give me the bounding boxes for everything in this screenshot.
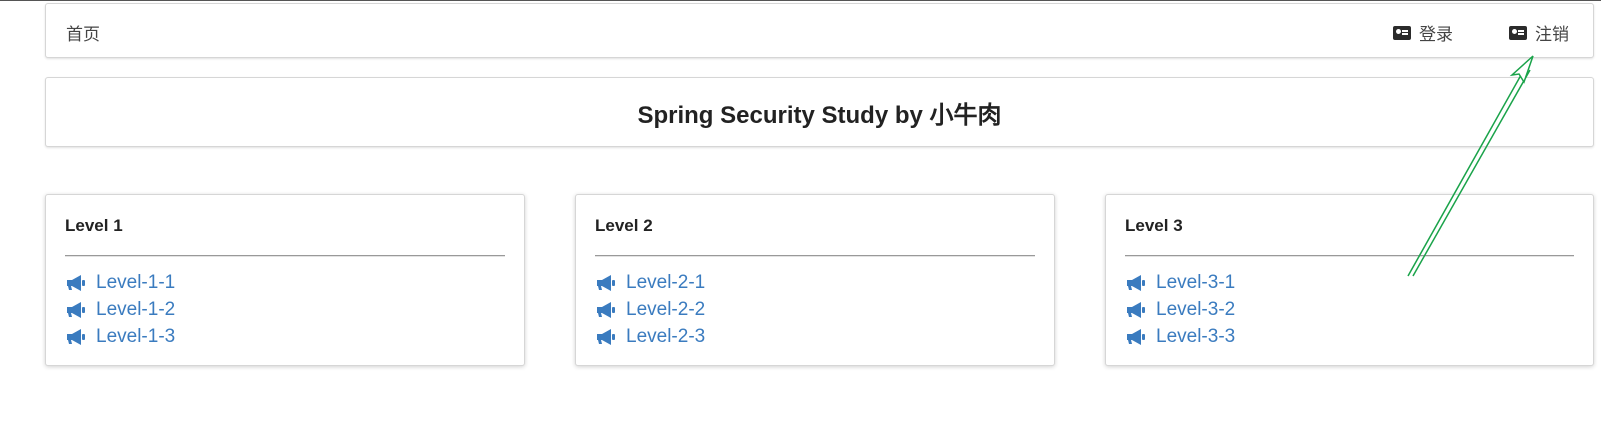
card-link-list: Level-1-1 Level-1-2 Level-1-3: [65, 269, 175, 350]
bullhorn-icon: [1127, 328, 1145, 345]
login-label: 登录: [1419, 25, 1453, 45]
window-top-border: [0, 0, 1601, 1]
logout-label: 注销: [1535, 25, 1569, 45]
bullhorn-icon: [597, 274, 615, 291]
level-link-label: Level-3-1: [1156, 271, 1236, 293]
level-link[interactable]: Level-1-2: [65, 296, 175, 323]
level-link-label: Level-1-2: [96, 298, 176, 320]
id-card-icon: [1393, 25, 1411, 40]
top-menu-bar: 首页 登录 注销: [45, 3, 1594, 58]
card-divider: [1125, 255, 1574, 257]
card-title: Level 1: [65, 216, 123, 235]
page-title: Spring Security Study by 小牛肉: [637, 101, 1002, 129]
level-link[interactable]: Level-3-3: [1125, 323, 1235, 350]
level-link[interactable]: Level-2-1: [595, 269, 705, 296]
level-link-label: Level-3-3: [1156, 325, 1236, 347]
level-link-label: Level-2-1: [626, 271, 706, 293]
level-link-label: Level-2-2: [626, 298, 706, 320]
card-title: Level 3: [1125, 216, 1183, 235]
login-link[interactable]: 登录: [1393, 20, 1453, 45]
card-title: Level 2: [595, 216, 653, 235]
level-link-label: Level-2-3: [626, 325, 706, 347]
bullhorn-icon: [1127, 301, 1145, 318]
level-3-card: Level 3 Level-3-1 Level-3-2 Level-3-3: [1105, 194, 1594, 366]
id-card-icon: [1509, 25, 1527, 40]
bullhorn-icon: [67, 328, 85, 345]
bullhorn-icon: [597, 301, 615, 318]
level-link[interactable]: Level-2-3: [595, 323, 705, 350]
card-link-list: Level-3-1 Level-3-2 Level-3-3: [1125, 269, 1235, 350]
title-banner: Spring Security Study by 小牛肉: [45, 77, 1594, 147]
logout-link[interactable]: 注销: [1509, 20, 1569, 45]
level-link[interactable]: Level-3-1: [1125, 269, 1235, 296]
level-1-card: Level 1 Level-1-1 Level-1-2 Level-1-3: [45, 194, 525, 366]
card-divider: [595, 255, 1035, 257]
bullhorn-icon: [67, 301, 85, 318]
level-link-label: Level-1-1: [96, 271, 176, 293]
home-link[interactable]: 首页: [66, 20, 100, 45]
level-link[interactable]: Level-2-2: [595, 296, 705, 323]
level-2-card: Level 2 Level-2-1 Level-2-2 Level-2-3: [575, 194, 1055, 366]
level-link[interactable]: Level-1-1: [65, 269, 175, 296]
bullhorn-icon: [67, 274, 85, 291]
card-link-list: Level-2-1 Level-2-2 Level-2-3: [595, 269, 705, 350]
level-link[interactable]: Level-1-3: [65, 323, 175, 350]
card-divider: [65, 255, 505, 257]
bullhorn-icon: [1127, 274, 1145, 291]
level-link-label: Level-1-3: [96, 325, 176, 347]
level-link[interactable]: Level-3-2: [1125, 296, 1235, 323]
level-link-label: Level-3-2: [1156, 298, 1236, 320]
bullhorn-icon: [597, 328, 615, 345]
